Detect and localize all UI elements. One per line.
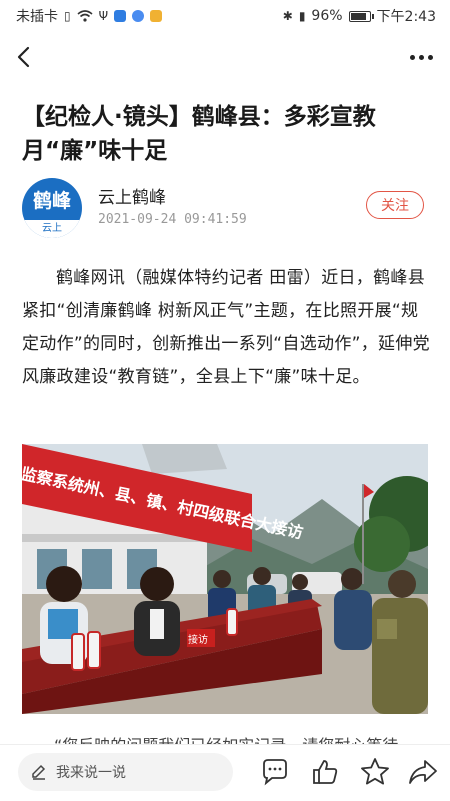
more-dots-icon xyxy=(409,54,415,60)
gallery-notification-icon xyxy=(150,10,163,22)
chevron-left-icon xyxy=(17,46,30,68)
more-options-button[interactable] xyxy=(406,44,436,70)
battery-icon xyxy=(348,10,374,22)
avatar-logo-text: 鹤峰 xyxy=(32,190,71,212)
article-paragraph: 鹤峰网讯（融媒体特约记者 田雷）近日，鹤峰县紧扣“创清廉鹤峰 树新风正气”主题，… xyxy=(22,268,430,387)
usb-icon: Ψ xyxy=(98,9,109,23)
article-title: 【纪检人·镜头】鹤峰县：多彩宣教月“廉”味十足 xyxy=(22,104,376,164)
thumbs-up-icon[interactable] xyxy=(309,756,341,788)
article-photo[interactable]: 监察系统州、县、镇、村四级联合大接访 接访 xyxy=(22,444,428,714)
comment-icon[interactable] xyxy=(259,756,291,788)
comment-placeholder: 我来说一说 xyxy=(56,765,126,781)
publish-time: 2021-09-24 09:41:59 xyxy=(98,212,247,227)
wifi-icon xyxy=(77,10,93,22)
sim-status-text: 未插卡 xyxy=(16,9,58,25)
status-bar: 未插卡 ▯ Ψ ✱ ▮ 96% 下午2:43 xyxy=(0,0,450,32)
star-icon[interactable] xyxy=(359,756,391,788)
follow-button[interactable]: 关注 xyxy=(366,191,424,219)
bluetooth-icon: ✱ xyxy=(282,9,293,23)
back-button[interactable] xyxy=(10,42,40,72)
author-name[interactable]: 云上鹤峰 xyxy=(98,183,166,208)
bottom-action-bar: 我来说一说 xyxy=(0,744,450,801)
top-nav-bar xyxy=(0,32,450,84)
comment-input[interactable]: 我来说一说 xyxy=(18,753,233,791)
app-notification-icon xyxy=(114,10,127,22)
more-dot xyxy=(427,54,433,60)
battery-percent: 96% xyxy=(311,8,343,24)
vibrate-icon: ▮ xyxy=(298,9,306,23)
share-icon[interactable] xyxy=(407,756,439,788)
clock: 下午2:43 xyxy=(376,9,436,25)
author-avatar[interactable]: 鹤峰 云上 xyxy=(22,178,82,238)
browser-notification-icon xyxy=(132,10,145,22)
author-row: 鹤峰 云上 云上鹤峰 2021-09-24 09:41:59 关注 xyxy=(22,178,432,238)
photo-desk-sign: 接访 xyxy=(188,635,208,646)
battery-fill xyxy=(350,12,366,20)
pencil-icon xyxy=(32,764,46,780)
avatar-logo-subtext: 云上 xyxy=(22,220,82,238)
more-dot xyxy=(418,54,424,60)
sim-card-icon: ▯ xyxy=(64,9,71,23)
